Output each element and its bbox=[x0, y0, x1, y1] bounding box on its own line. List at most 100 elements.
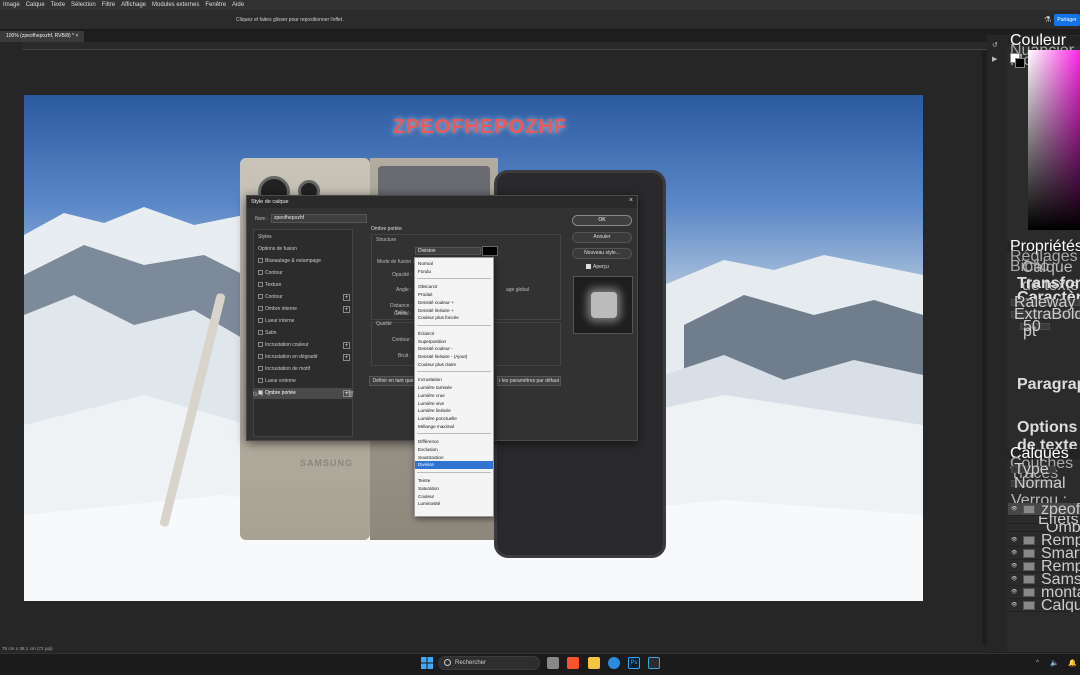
add-effect-icon[interactable]: + bbox=[343, 354, 350, 361]
blend-mode-option[interactable]: Lumière linéaire bbox=[415, 407, 493, 415]
taskbar-search-input[interactable]: Rechercher bbox=[438, 656, 540, 670]
task-view-icon[interactable] bbox=[547, 657, 559, 669]
history-icon[interactable]: ↺ bbox=[992, 41, 998, 49]
preview-checkbox[interactable]: Aperçu bbox=[586, 264, 609, 270]
checkbox-icon[interactable] bbox=[258, 318, 263, 324]
close-tab-icon[interactable]: × bbox=[75, 33, 78, 39]
blend-mode-option[interactable]: Différence bbox=[415, 438, 493, 446]
blend-mode-option[interactable]: Exclusion bbox=[415, 446, 493, 454]
menu-item[interactable]: Affichage bbox=[118, 0, 149, 10]
blend-mode-option[interactable]: Teinte bbox=[415, 477, 493, 485]
add-effect-icon[interactable]: + bbox=[343, 306, 350, 313]
blend-mode-option[interactable]: Obscurcir bbox=[415, 283, 493, 291]
style-item[interactable]: Lueur interne bbox=[254, 316, 352, 327]
blend-mode-option[interactable]: Lumière tamisée bbox=[415, 384, 493, 392]
style-item[interactable]: Styles bbox=[254, 232, 352, 243]
speaker-icon[interactable]: 🔈 bbox=[1050, 659, 1059, 667]
menu-item[interactable]: Calque bbox=[23, 0, 48, 10]
blend-mode-option[interactable]: Incrustation bbox=[415, 376, 493, 384]
paragraph-section[interactable]: Paragraphe bbox=[1017, 376, 1080, 394]
style-item[interactable]: Options de fusion bbox=[254, 244, 352, 255]
file-explorer-icon[interactable] bbox=[588, 657, 600, 669]
style-item[interactable]: Contour + bbox=[254, 292, 352, 303]
brave-browser-icon[interactable] bbox=[567, 657, 579, 669]
make-default-button[interactable]: Définir en tant que bbox=[369, 376, 417, 386]
blend-mode-option[interactable]: Densité couleur + bbox=[415, 299, 493, 307]
blend-mode-select[interactable]: Division bbox=[415, 247, 481, 255]
checkbox-icon[interactable] bbox=[586, 264, 591, 270]
share-button[interactable]: Partager bbox=[1054, 14, 1080, 26]
new-style-button[interactable]: Nouveau style... bbox=[572, 248, 632, 259]
color-picker-field[interactable] bbox=[1028, 50, 1080, 230]
style-item[interactable]: Ombre interne + bbox=[254, 304, 352, 315]
terminal-icon[interactable] bbox=[648, 657, 660, 669]
visibility-eye-icon[interactable]: 👁 bbox=[1011, 573, 1017, 586]
menu-item[interactable]: Aide bbox=[229, 0, 247, 10]
visibility-eye-icon[interactable]: 👁 bbox=[1011, 586, 1017, 599]
layer-filter-select[interactable]: Type bbox=[1011, 462, 1056, 478]
blend-mode-option[interactable]: Division bbox=[415, 461, 493, 470]
blend-mode-option[interactable]: Lumière crue bbox=[415, 392, 493, 400]
style-item[interactable]: Incrustation en dégradé + bbox=[254, 352, 352, 363]
layer-blend-select[interactable]: Normal bbox=[1011, 476, 1066, 492]
visibility-eye-icon[interactable]: 👁 bbox=[1011, 547, 1017, 560]
font-size-field[interactable]: 50 pt bbox=[1020, 319, 1050, 340]
visibility-eye-icon[interactable]: 👁 bbox=[1011, 534, 1017, 547]
blend-mode-option[interactable]: Luminosité bbox=[415, 500, 493, 508]
menu-item[interactable]: Filtre bbox=[99, 0, 118, 10]
layer-row[interactable]: 👁 Samsung-Galaxy-S bbox=[1008, 573, 1080, 586]
font-family-select[interactable]: Raleway bbox=[1011, 295, 1080, 311]
blend-mode-option[interactable]: Saturation bbox=[415, 485, 493, 493]
blend-mode-dropdown[interactable]: Normal Fondu Obscurcir Produit Densité coule… bbox=[414, 257, 494, 517]
layer-row[interactable]: Ombre portée bbox=[1008, 524, 1080, 532]
blend-mode-option[interactable]: Densité linéaire - (Ajout) bbox=[415, 353, 493, 361]
checkbox-icon[interactable] bbox=[258, 366, 263, 372]
background-color-swatch[interactable] bbox=[1015, 58, 1025, 68]
checkbox-icon[interactable] bbox=[258, 270, 263, 276]
add-effect-icon[interactable]: + bbox=[343, 294, 350, 301]
blend-mode-option[interactable]: Couleur plus foncée bbox=[415, 314, 493, 322]
play-icon[interactable]: ▶ bbox=[992, 55, 997, 63]
name-input[interactable]: zpeofhepozhf bbox=[271, 214, 367, 223]
blend-mode-option[interactable]: Superposition bbox=[415, 338, 493, 346]
blend-mode-option[interactable]: Éclaircir bbox=[415, 330, 493, 338]
cancel-button[interactable]: Annuler bbox=[572, 232, 632, 243]
style-item[interactable]: Biseautage & estampage bbox=[254, 256, 352, 267]
blend-mode-option[interactable]: Produit bbox=[415, 291, 493, 299]
menu-item[interactable]: Image bbox=[0, 0, 23, 10]
layer-row[interactable]: 👁 Rempla bbox=[1008, 534, 1080, 547]
reset-default-button[interactable]: r les paramètres par défaut bbox=[497, 376, 561, 386]
shadow-color-swatch[interactable] bbox=[482, 246, 498, 256]
menu-item[interactable]: Fenêtre bbox=[202, 0, 229, 10]
notification-icon[interactable]: 🔔 bbox=[1068, 659, 1077, 667]
layer-row[interactable]: 👁 zpeofhepozhf bbox=[1008, 503, 1080, 516]
font-weight-select[interactable]: ExtraBold bbox=[1011, 307, 1080, 323]
checkbox-icon[interactable] bbox=[258, 378, 263, 384]
photoshop-icon[interactable]: Ps bbox=[628, 657, 640, 669]
layer-row[interactable]: 👁 Calque 1 bbox=[1008, 599, 1080, 612]
visibility-eye-icon[interactable]: 👁 bbox=[1011, 503, 1017, 516]
blend-mode-option[interactable]: Soustraction bbox=[415, 454, 493, 462]
style-item[interactable]: Lueur externe bbox=[254, 376, 352, 387]
layer-row[interactable]: Effets bbox=[1008, 516, 1080, 524]
menu-item[interactable]: Texte bbox=[48, 0, 68, 10]
chevron-up-icon[interactable]: ^ bbox=[1036, 660, 1039, 666]
windows-start-icon[interactable] bbox=[421, 657, 433, 669]
style-item[interactable]: Texture bbox=[254, 280, 352, 291]
visibility-eye-icon[interactable]: 👁 bbox=[1011, 560, 1017, 573]
document-tab[interactable]: 100% (zpeofhepozhf, RVB/8) * × bbox=[0, 31, 85, 42]
layer-row[interactable]: 👁 montag bbox=[1008, 586, 1080, 599]
menu-item[interactable]: Modules externes bbox=[149, 0, 202, 10]
checkbox-icon[interactable] bbox=[258, 294, 263, 300]
style-item[interactable]: Contour bbox=[254, 268, 352, 279]
blend-mode-option[interactable]: Lumière vive bbox=[415, 400, 493, 408]
blend-mode-option[interactable]: Mélange maximal bbox=[415, 423, 493, 431]
fx-icon[interactable]: fx ⇧ ⇩ bbox=[253, 391, 271, 398]
checkbox-icon[interactable] bbox=[258, 306, 263, 312]
style-item[interactable]: Satin bbox=[254, 328, 352, 339]
checkbox-icon[interactable] bbox=[258, 354, 263, 360]
layer-row[interactable]: 👁 Smartphone-Google bbox=[1008, 547, 1080, 560]
layer-row[interactable]: 👁 Rempla bbox=[1008, 560, 1080, 573]
blend-mode-option[interactable]: Densité couleur - bbox=[415, 345, 493, 353]
blend-mode-option[interactable]: Normal bbox=[415, 260, 493, 268]
